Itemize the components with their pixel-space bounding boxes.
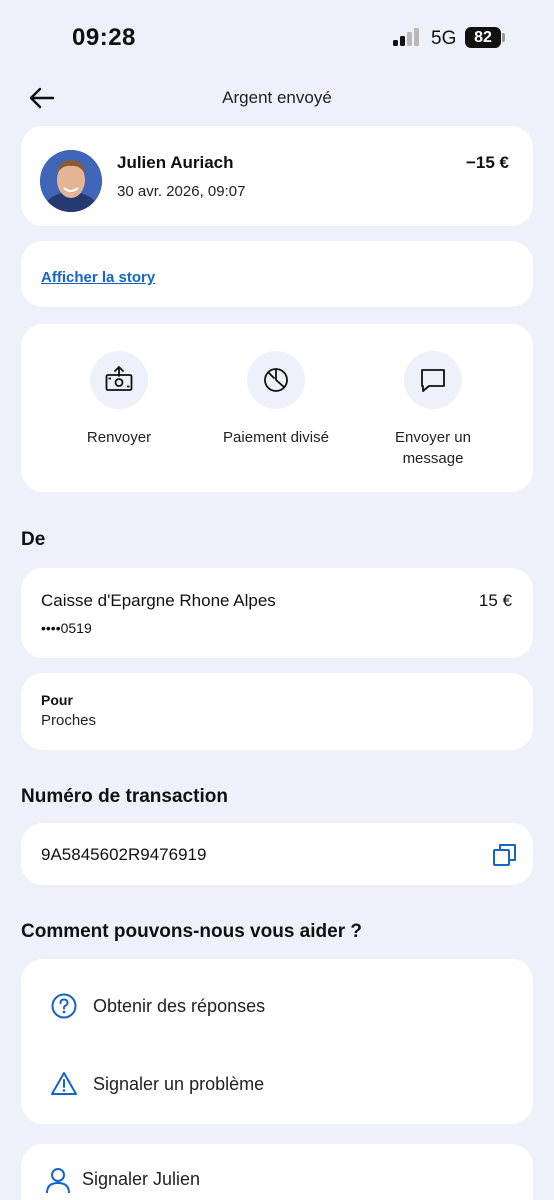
transaction-id: 9A5845602R9476919 [41, 845, 207, 864]
help-card: Obtenir des réponses Signaler un problèm… [21, 959, 533, 1124]
transaction-date: 30 avr. 2026, 09:07 [117, 183, 246, 200]
report-user-card: Signaler Julien [21, 1144, 533, 1200]
purpose-card: Pour Proches [21, 673, 533, 750]
network-label: 5G [431, 28, 457, 49]
header: Argent envoyé [0, 76, 554, 120]
battery-icon: 82 [465, 27, 501, 48]
report-problem-button[interactable]: Signaler un problème [21, 1055, 533, 1115]
funding-source-card: Caisse d'Epargne Rhone Alpes ••••0519 15… [21, 568, 533, 658]
transaction-number-title: Numéro de transaction [21, 786, 228, 807]
message-icon [404, 351, 462, 409]
copy-button[interactable] [492, 842, 518, 868]
split-payment-button[interactable]: Paiement divisé [201, 351, 351, 448]
transaction-number-card: 9A5845602R9476919 [21, 823, 533, 885]
send-message-button[interactable]: Envoyer un message [358, 351, 508, 469]
get-answers-button[interactable]: Obtenir des réponses [21, 977, 533, 1037]
action-label-resend: Renvoyer [86, 429, 152, 446]
help-label-answers: Obtenir des réponses [93, 996, 266, 1016]
resend-button[interactable]: Renvoyer [44, 351, 194, 448]
copy-icon [493, 844, 516, 866]
avatar[interactable] [40, 150, 102, 212]
status-bar: 09:28 5G 82 [0, 0, 554, 76]
contact-name: Julien Auriach [117, 153, 234, 172]
send-money-icon [90, 351, 148, 409]
bank-amount: 15 € [478, 591, 512, 610]
warning-triangle-icon [51, 1072, 77, 1095]
show-story-link[interactable]: Afficher la story [41, 269, 155, 286]
purpose-label: Pour [41, 692, 73, 708]
help-section-title: Comment pouvons-nous vous aider ? [21, 921, 362, 942]
action-label-split: Paiement divisé [223, 429, 329, 446]
from-section-title: De [21, 529, 46, 550]
actions-card: Renvoyer Paiement divisé Envoyer un mess… [21, 324, 533, 492]
split-pie-icon [247, 351, 305, 409]
transaction-summary-card: Julien Auriach 30 avr. 2026, 09:07 −15 € [21, 126, 533, 226]
page-title: Argent envoyé [222, 88, 332, 107]
report-user-label: Signaler Julien [82, 1169, 201, 1189]
story-card: Afficher la story [21, 241, 533, 307]
help-label-problem: Signaler un problème [93, 1074, 265, 1094]
bank-account-number: ••••0519 [41, 620, 92, 636]
status-time: 09:28 [72, 24, 136, 51]
transaction-amount: −15 € [465, 153, 509, 172]
report-user-button[interactable]: Signaler Julien [21, 1144, 533, 1200]
purpose-value: Proches [41, 712, 97, 729]
signal-icon [393, 28, 423, 46]
action-label-message: Envoyer un message [395, 429, 471, 467]
question-circle-icon [51, 993, 77, 1019]
user-icon [46, 1168, 70, 1194]
battery-tip [502, 33, 505, 42]
bank-name: Caisse d'Epargne Rhone Alpes [41, 591, 276, 610]
